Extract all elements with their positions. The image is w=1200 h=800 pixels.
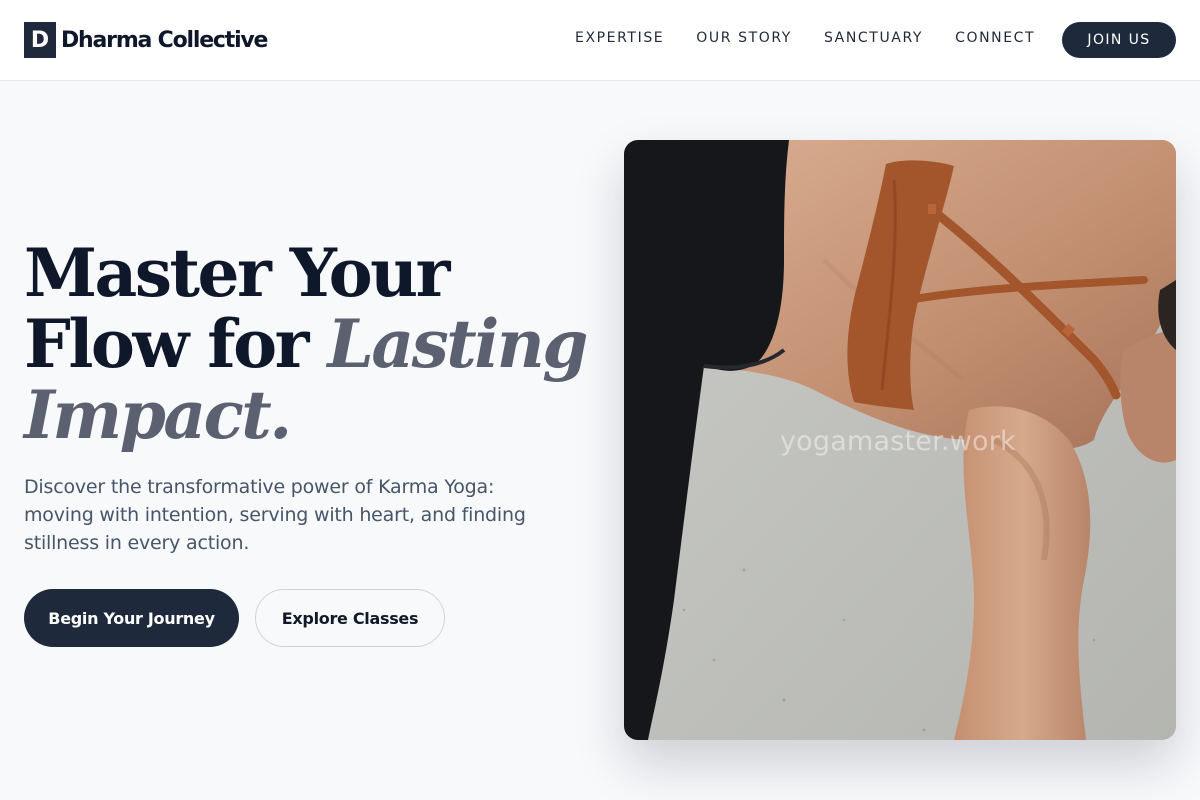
image-watermark: yogamaster.work — [780, 426, 1016, 457]
headline-line-3: Impact. — [24, 380, 584, 451]
nav-link-our-story[interactable]: OUR STORY — [696, 30, 792, 46]
hero-headline: Master Your Flow for Lasting Impact. — [24, 234, 588, 451]
nav-link-expertise[interactable]: EXPERTISE — [575, 30, 664, 46]
nav-link-connect[interactable]: CONNECT — [955, 30, 1035, 46]
site-header: D Dharma Collective EXPERTISE OUR STORY … — [0, 0, 1200, 81]
headline-plain-text: Flow for — [24, 305, 328, 383]
logo-mark: D — [24, 22, 56, 58]
headline-accent-impact: Impact. — [24, 376, 292, 454]
nav-link-sanctuary[interactable]: SANCTUARY — [824, 30, 923, 46]
headline-line-2: Flow for Lasting — [24, 309, 588, 380]
headline-line-1: Master Your — [24, 234, 450, 312]
hero-subtitle: Discover the transformative power of Kar… — [24, 476, 526, 554]
join-us-button[interactable]: JOIN US — [1062, 22, 1176, 58]
brand-name: Dharma Collective — [61, 27, 268, 53]
main-nav: EXPERTISE OUR STORY SANCTUARY CONNECT — [575, 30, 1035, 46]
brand-logo[interactable]: D Dharma Collective — [24, 22, 268, 58]
begin-journey-button[interactable]: Begin Your Journey — [24, 589, 239, 647]
hero-image: yogamaster.work — [624, 140, 1176, 740]
explore-classes-button[interactable]: Explore Classes — [255, 589, 445, 647]
headline-accent-lasting: Lasting — [327, 305, 588, 383]
